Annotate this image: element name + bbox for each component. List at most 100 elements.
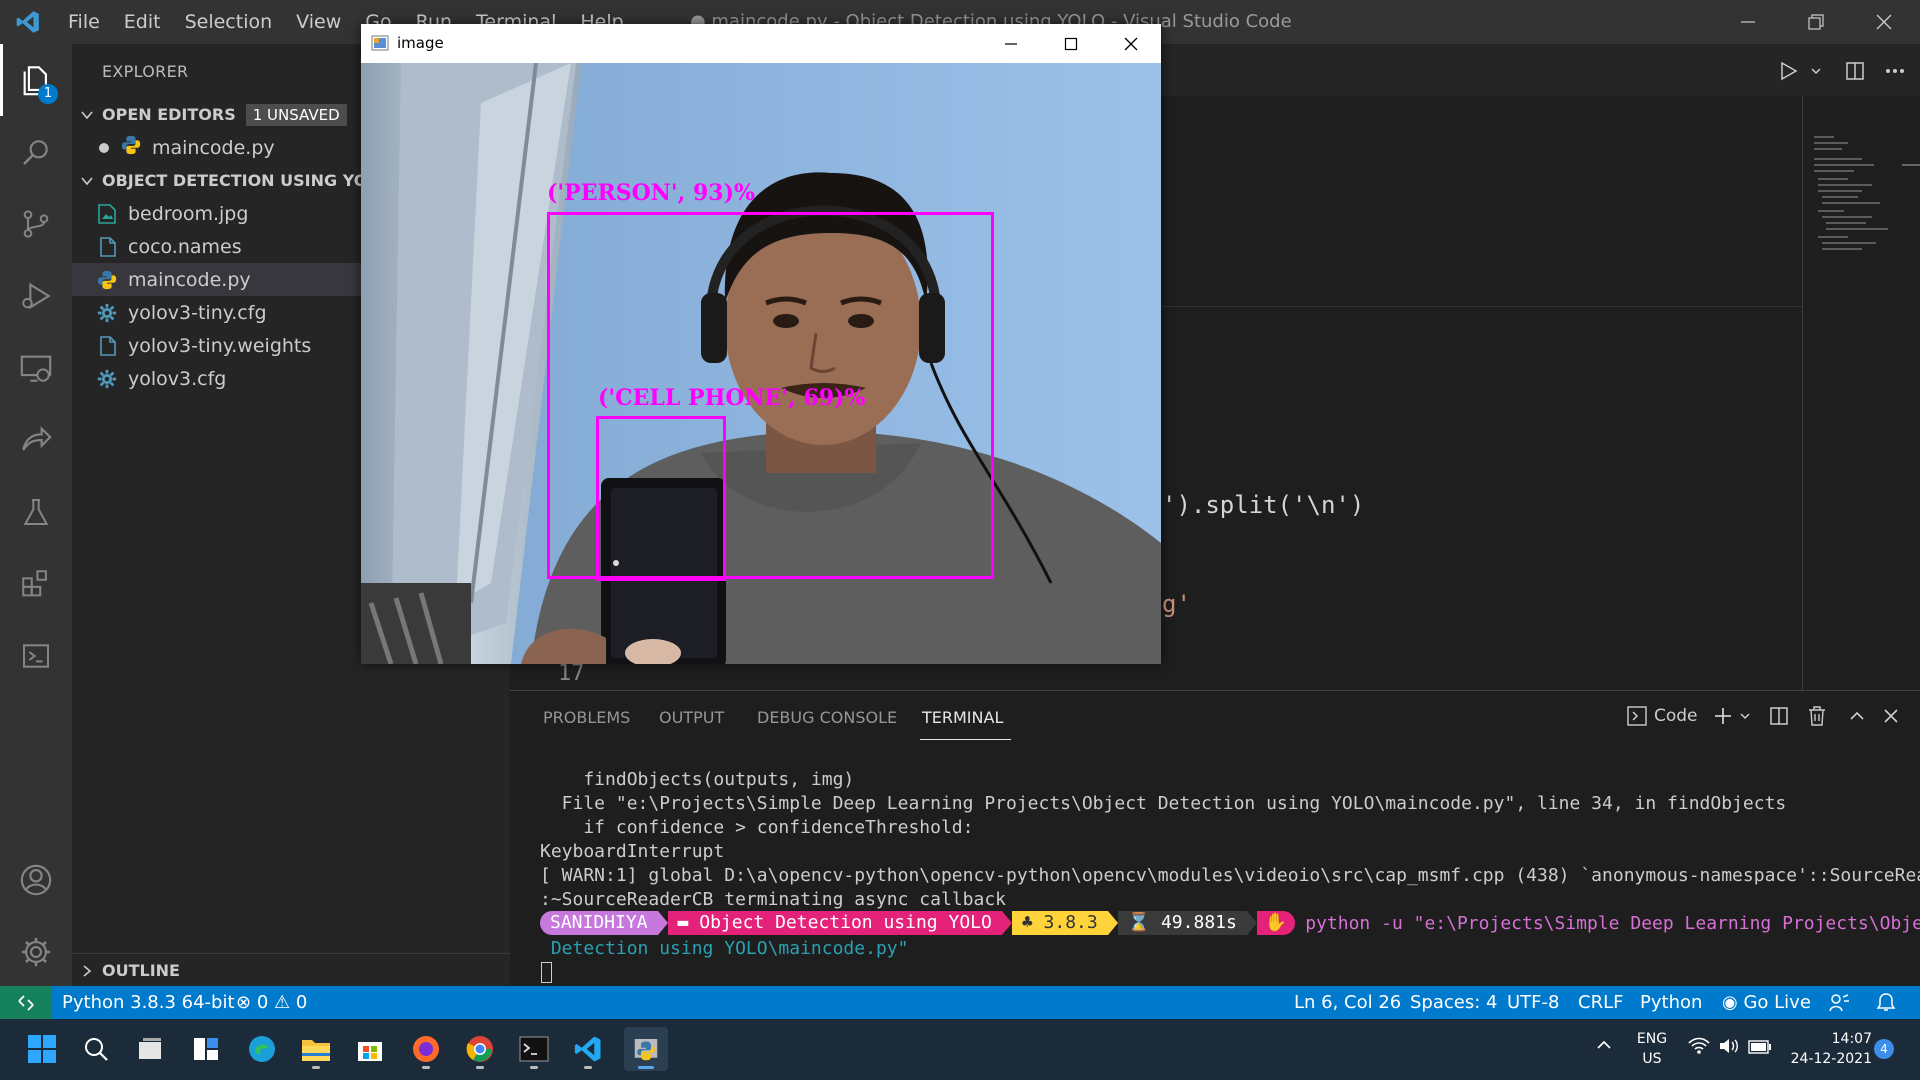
restore-button[interactable]: [1782, 0, 1850, 44]
run-file-icon[interactable]: [1772, 54, 1806, 88]
prompt-timer-segment: ⌛ 49.881s: [1117, 911, 1247, 935]
activity-bar: 1: [0, 44, 72, 986]
problems-indicator[interactable]: ⊗ 0 ⚠ 0: [236, 986, 307, 1019]
language-mode[interactable]: Python: [1640, 986, 1702, 1019]
show-hidden-icons-chevron-up-icon[interactable]: [1596, 1037, 1612, 1057]
file-label: yolov3-tiny.cfg: [128, 301, 267, 324]
live-share-icon[interactable]: [0, 404, 72, 476]
remote-explorer-icon[interactable]: [0, 332, 72, 404]
terminal-view-icon[interactable]: [0, 620, 72, 692]
webcam-frame: ('PERSON', 93)% ('CELL PHONE', 69)%: [361, 63, 1161, 664]
terminal-line: if confidence > confidenceThreshold:: [540, 817, 974, 838]
tab-debug-console[interactable]: DEBUG CONSOLE: [757, 708, 897, 727]
clock[interactable]: 14:07 24-12-2021: [1782, 1029, 1872, 1069]
tab-problems[interactable]: PROBLEMS: [543, 708, 630, 727]
menu-selection[interactable]: Selection: [173, 0, 285, 44]
outline-header[interactable]: OUTLINE: [72, 954, 510, 987]
source-control-icon[interactable]: [0, 188, 72, 260]
detection-box-cell-phone: [596, 416, 726, 581]
testing-icon[interactable]: [0, 476, 72, 548]
task-view-icon[interactable]: [128, 1027, 172, 1071]
menu-edit[interactable]: Edit: [112, 0, 173, 44]
settings-gear-icon[interactable]: [0, 916, 72, 988]
unsaved-badge: 1 UNSAVED: [245, 103, 347, 126]
command-prompt-icon[interactable]: [512, 1027, 556, 1071]
battery-icon[interactable]: [1748, 1039, 1772, 1058]
terminal-dropdown-chevron-icon[interactable]: [1736, 703, 1754, 729]
image-close-button[interactable]: [1101, 24, 1161, 63]
chrome-icon[interactable]: [458, 1027, 502, 1071]
close-window-button[interactable]: [1850, 0, 1918, 44]
terminal-command: python -u "e:\Projects\Simple Deep Learn…: [1305, 912, 1920, 934]
close-panel-icon[interactable]: [1878, 703, 1904, 729]
file-label: coco.names: [128, 235, 242, 258]
volume-icon[interactable]: [1718, 1037, 1740, 1059]
image-maximize-button[interactable]: [1041, 24, 1101, 63]
minimize-button[interactable]: [1714, 0, 1782, 44]
widgets-icon[interactable]: [184, 1027, 228, 1071]
detection-label-person: ('PERSON', 93)%: [547, 180, 755, 206]
status-bar: Python 3.8.3 64-bit ⊗ 0 ⚠ 0 Ln 6, Col 26…: [0, 986, 1920, 1019]
code-line-string: g': [1162, 590, 1191, 618]
tab-terminal[interactable]: TERMINAL: [922, 708, 1003, 727]
clock-date: 24-12-2021: [1790, 1051, 1872, 1067]
go-live-button[interactable]: ◉ Go Live: [1722, 986, 1811, 1019]
active-tab-indicator: [920, 739, 1011, 740]
notification-count-badge[interactable]: 4: [1874, 1039, 1894, 1059]
python-snake-icon: ♣: [1021, 912, 1044, 933]
microsoft-store-icon[interactable]: [348, 1027, 392, 1071]
minimap[interactable]: [1810, 130, 1910, 690]
cursor-position[interactable]: Ln 6, Col 26: [1294, 986, 1401, 1019]
kill-terminal-trash-icon[interactable]: [1804, 703, 1830, 729]
extensions-icon[interactable]: [0, 548, 72, 620]
windows-start-icon[interactable]: [20, 1027, 64, 1071]
chevron-down-icon: [72, 174, 102, 188]
python-icon: [72, 269, 128, 291]
python-interpreter[interactable]: Python 3.8.3 64-bit: [62, 986, 235, 1019]
more-actions-icon[interactable]: [1878, 54, 1912, 88]
image-minimize-button[interactable]: [981, 24, 1041, 63]
feedback-icon[interactable]: [1828, 992, 1850, 1019]
code-line-split: ').split('\n'): [1162, 491, 1365, 519]
search-icon[interactable]: [74, 1027, 118, 1071]
remote-indicator-icon[interactable]: [0, 986, 52, 1019]
editor-scrollbar[interactable]: [1802, 96, 1803, 690]
file-explorer-icon[interactable]: [294, 1027, 338, 1071]
notifications-bell-icon[interactable]: [1876, 992, 1896, 1019]
split-terminal-icon[interactable]: [1766, 703, 1792, 729]
wifi-icon[interactable]: [1688, 1037, 1710, 1059]
firefox-icon[interactable]: [404, 1027, 448, 1071]
search-icon[interactable]: [0, 116, 72, 188]
hourglass-icon: ⌛: [1127, 912, 1161, 933]
image-window-title: image: [397, 34, 444, 52]
python-app-icon[interactable]: [624, 1027, 668, 1071]
language-label: ENG: [1636, 1031, 1668, 1047]
broadcast-icon: ◉: [1722, 992, 1738, 1013]
image-window-titlebar[interactable]: image: [361, 24, 1161, 63]
line-endings[interactable]: CRLF: [1578, 986, 1623, 1019]
opencv-image-window[interactable]: image ('PERSON', 93)% ('CELL PHONE', 69)…: [361, 24, 1161, 664]
run-dropdown-chevron-icon[interactable]: [1806, 54, 1826, 88]
menu-file[interactable]: File: [56, 0, 112, 44]
terminal-cursor[interactable]: [541, 962, 552, 983]
edge-browser-icon[interactable]: [240, 1027, 284, 1071]
vscode-taskbar-icon[interactable]: [566, 1027, 610, 1071]
tab-output[interactable]: OUTPUT: [659, 708, 724, 727]
encoding[interactable]: UTF-8: [1507, 986, 1559, 1019]
accounts-icon[interactable]: [0, 844, 72, 916]
open-editor-filename: maincode.py: [152, 136, 275, 159]
maximize-panel-chevron-up-icon[interactable]: [1844, 703, 1870, 729]
terminal-shell-selector[interactable]: Code: [1626, 705, 1698, 727]
terminal-line: :~SourceReaderCB terminating async callb…: [540, 889, 1006, 910]
indentation[interactable]: Spaces: 4: [1410, 986, 1497, 1019]
new-terminal-plus-icon[interactable]: [1710, 703, 1736, 729]
menu-view[interactable]: View: [284, 0, 353, 44]
split-editor-icon[interactable]: [1838, 54, 1872, 88]
warning-icon: ⚠: [274, 992, 291, 1013]
run-debug-icon[interactable]: [0, 260, 72, 332]
file-label: yolov3-tiny.weights: [128, 334, 312, 357]
explorer-icon[interactable]: 1: [0, 44, 72, 116]
input-language-indicator[interactable]: ENG US: [1632, 1029, 1672, 1069]
windows-taskbar: ENG US 14:07 24-12-2021 4: [0, 1019, 1920, 1080]
terminal-line: findObjects(outputs, img): [540, 769, 855, 790]
